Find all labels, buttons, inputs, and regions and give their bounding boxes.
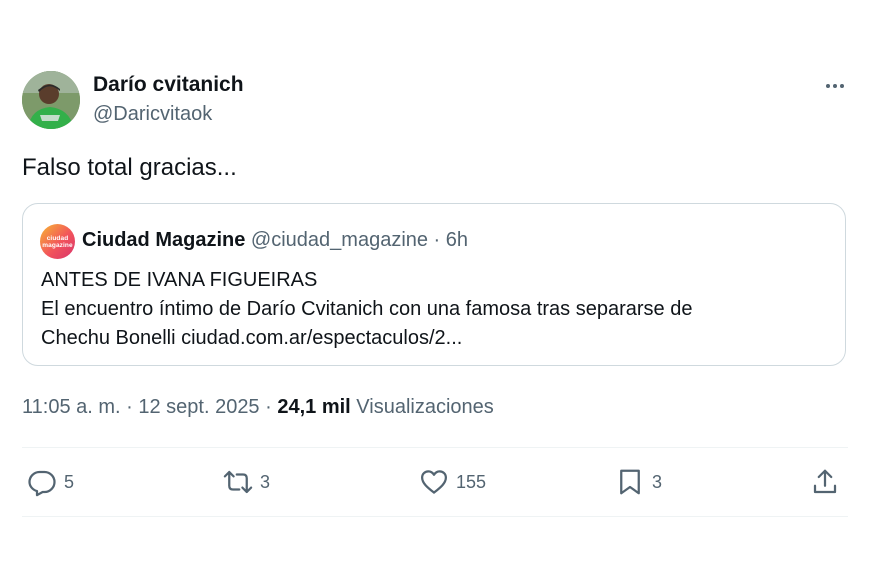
quote-source-logo: ciudad magazine bbox=[40, 224, 75, 259]
author-avatar[interactable] bbox=[22, 71, 80, 129]
reply-count: 5 bbox=[64, 471, 75, 492]
views-count: 24,1 mil bbox=[277, 396, 351, 418]
quoted-tweet-card[interactable]: ciudad magazine Ciudad Magazine @ciudad_… bbox=[22, 203, 846, 366]
like-count: 155 bbox=[456, 471, 487, 492]
quote-line-2: El encuentro íntimo de Darío Cvitanich c… bbox=[41, 298, 693, 320]
retweet-button[interactable]: 3 bbox=[223, 462, 270, 502]
author-handle[interactable]: @Daricvitaok bbox=[93, 101, 212, 127]
author-display-name[interactable]: Darío cvitanich bbox=[93, 72, 244, 98]
bookmark-button[interactable]: 3 bbox=[615, 462, 662, 502]
share-icon bbox=[813, 469, 837, 494]
bookmark-count: 3 bbox=[652, 471, 663, 492]
more-options-button[interactable] bbox=[818, 74, 852, 98]
like-button[interactable]: 155 bbox=[419, 462, 486, 502]
quote-line-1: ANTES DE IVANA FIGUEIRAS bbox=[41, 269, 318, 291]
retweet-count: 3 bbox=[260, 471, 271, 492]
retweet-icon bbox=[223, 470, 253, 494]
share-button[interactable] bbox=[810, 462, 840, 502]
tweet-meta: 11:05 a. m. · 12 sept. 2025 · 24,1 mil V… bbox=[22, 394, 494, 420]
logo-text-line1: ciudad bbox=[46, 234, 69, 242]
tweet-text: Falso total gracias... bbox=[22, 154, 237, 181]
more-horizontal-icon bbox=[826, 84, 844, 88]
reply-icon bbox=[28, 470, 56, 497]
user-avatar-icon bbox=[22, 71, 80, 129]
quote-body: ANTES DE IVANA FIGUEIRAS El encuentro ín… bbox=[41, 266, 831, 353]
quote-line-3: Chechu Bonelli ciudad.com.ar/espectaculo… bbox=[41, 327, 463, 349]
reply-button[interactable]: 5 bbox=[27, 462, 74, 502]
quote-header: Ciudad Magazine @ciudad_magazine · 6h bbox=[82, 226, 468, 254]
tweet-timestamp[interactable]: 11:05 a. m. · 12 sept. 2025 · bbox=[22, 396, 277, 418]
quote-author-meta: @ciudad_magazine · 6h bbox=[250, 229, 469, 251]
heart-icon bbox=[421, 470, 447, 494]
logo-text-line2: magazine bbox=[42, 241, 73, 249]
action-bar: 5 3 155 3 bbox=[0, 462, 870, 502]
views-label: Visualizaciones bbox=[350, 396, 494, 418]
divider-top bbox=[22, 447, 848, 448]
quote-author-name[interactable]: Ciudad Magazine bbox=[82, 229, 245, 251]
divider-bottom bbox=[22, 516, 848, 517]
bookmark-icon bbox=[620, 469, 640, 495]
